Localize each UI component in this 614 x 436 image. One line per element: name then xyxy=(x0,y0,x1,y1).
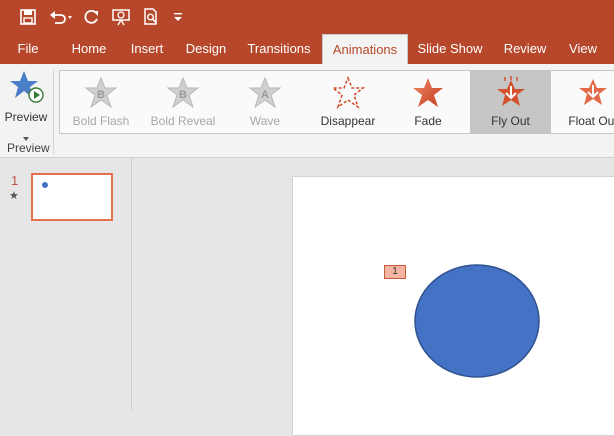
slide-page: 1 xyxy=(292,176,614,436)
thumbnail-shape xyxy=(42,182,48,188)
animation-label: Bold Flash xyxy=(72,114,130,128)
preview-button[interactable]: Preview xyxy=(2,68,50,141)
tab-animations[interactable]: Animations xyxy=(322,34,408,64)
oval-shape[interactable] xyxy=(413,263,541,379)
present-from-start-icon[interactable] xyxy=(110,5,132,29)
print-preview-icon[interactable] xyxy=(140,5,162,29)
preview-group-label: Preview xyxy=(7,141,50,155)
animation-label: Fade xyxy=(414,114,442,128)
tab-design[interactable]: Design xyxy=(180,34,232,64)
float-out-icon xyxy=(579,79,607,105)
animation-order-badge[interactable]: 1 xyxy=(384,265,406,279)
group-divider xyxy=(53,70,54,154)
animation-label: Disappear xyxy=(320,114,376,128)
animation-float-out[interactable]: Float Out xyxy=(560,71,614,133)
undo-icon[interactable] xyxy=(48,5,76,29)
slide-number: 1 xyxy=(11,173,19,188)
tab-view[interactable]: View xyxy=(562,34,604,64)
ribbon-tabs: File Home Insert Design Transitions Anim… xyxy=(0,34,614,64)
disappear-icon xyxy=(331,76,365,110)
bold-reveal-glyph: B xyxy=(179,89,187,101)
quick-access-toolbar xyxy=(0,0,614,34)
animation-label: Wave xyxy=(249,114,281,128)
tab-slide-show[interactable]: Slide Show xyxy=(414,34,486,64)
redo-icon[interactable] xyxy=(82,5,102,29)
animation-marker-icon: ★ xyxy=(9,190,19,202)
animation-bold-reveal[interactable]: B Bold Reveal xyxy=(149,71,217,133)
bold-flash-icon: B xyxy=(84,76,118,109)
animation-gallery: B Bold Flash B Bold Reveal A Wave Disapp… xyxy=(59,70,614,134)
wave-glyph: A xyxy=(261,89,269,101)
tab-review[interactable]: Review xyxy=(498,34,552,64)
preview-star-icon xyxy=(10,71,44,103)
tab-home[interactable]: Home xyxy=(64,34,114,64)
animation-fly-out[interactable]: Fly Out xyxy=(470,71,551,133)
ribbon-animations: Preview Preview B Bold Flash B Bold Reve… xyxy=(0,64,614,158)
animation-disappear[interactable]: Disappear xyxy=(316,71,380,133)
slide-thumbnail[interactable] xyxy=(31,173,113,221)
slide-thumbnails-pane: 1 ★ xyxy=(0,158,132,411)
animation-label: Bold Reveal xyxy=(150,114,216,128)
wave-icon: A xyxy=(248,76,282,109)
fade-icon xyxy=(413,78,443,107)
preview-button-label: Preview xyxy=(4,110,48,124)
animation-label: Float Out xyxy=(568,114,614,128)
fly-out-icon xyxy=(496,76,525,106)
bold-reveal-icon: B xyxy=(166,76,200,109)
animation-fade[interactable]: Fade xyxy=(400,71,456,133)
tab-transitions[interactable]: Transitions xyxy=(242,34,316,64)
bold-flash-glyph: B xyxy=(97,89,105,101)
animation-bold-flash[interactable]: B Bold Flash xyxy=(70,71,132,133)
save-icon[interactable] xyxy=(16,5,40,29)
animation-label: Fly Out xyxy=(491,114,530,128)
tab-insert[interactable]: Insert xyxy=(122,34,172,64)
slide-canvas: 1 xyxy=(133,158,614,436)
animation-wave[interactable]: A Wave xyxy=(238,71,292,133)
customize-qat-icon[interactable] xyxy=(170,5,186,29)
tab-file[interactable]: File xyxy=(10,34,46,64)
